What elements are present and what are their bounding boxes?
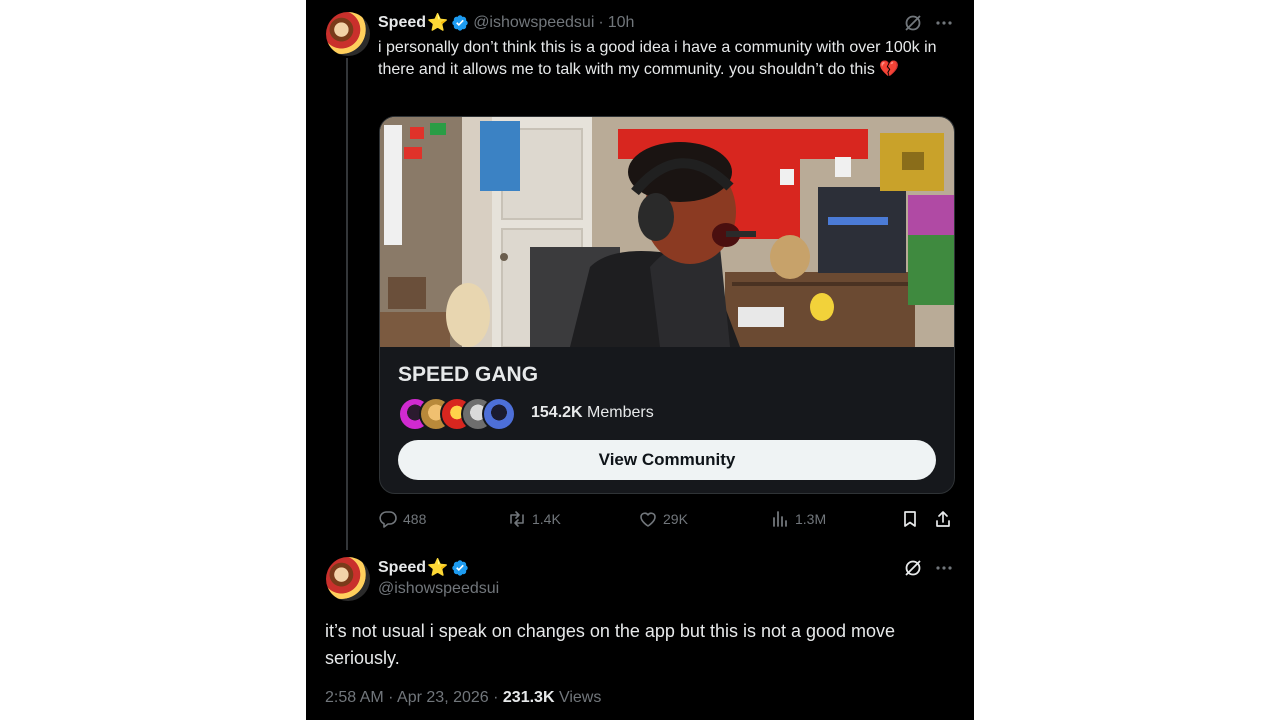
separator: · (493, 689, 499, 706)
share-button[interactable] (933, 508, 958, 530)
views-icon (773, 511, 787, 527)
more-icon[interactable] (934, 13, 954, 33)
member-avatar (482, 397, 516, 431)
share-icon (936, 511, 950, 527)
separator: · (598, 14, 604, 31)
community-card[interactable]: SPEED GANG 154.2K Members View Community (379, 116, 955, 494)
name-emoji: ⭐ (427, 13, 449, 32)
views-button[interactable]: 1.3M (770, 508, 826, 530)
author-name[interactable]: Speed (378, 14, 426, 32)
reply-count: 488 (403, 511, 427, 527)
grok-icon[interactable] (903, 558, 923, 578)
views-count: 1.3M (795, 511, 827, 527)
bookmark-icon (904, 511, 916, 527)
like-button[interactable]: 29K (638, 508, 688, 530)
tweet-actions: 488 1.4K 29K 1.3M (378, 508, 958, 530)
repost-button[interactable]: 1.4K (507, 508, 561, 530)
reply-button[interactable]: 488 (378, 508, 426, 530)
repost-count: 1.4K (532, 511, 561, 527)
member-avatars (398, 397, 516, 431)
views-label: Views (558, 689, 602, 706)
tweet-time[interactable]: 10h (608, 14, 635, 32)
avatar[interactable] (326, 12, 370, 56)
author-handle[interactable]: @ishowspeedsui (473, 14, 594, 32)
grok-icon[interactable] (903, 13, 923, 33)
author-name[interactable]: Speed (378, 559, 426, 577)
tweet-time[interactable]: 2:58 AM (325, 689, 384, 706)
like-count: 29K (663, 511, 688, 527)
separator: · (388, 689, 394, 706)
tweet-meta: 2:58 AM · Apr 23, 2026 · 231.3K Views (325, 689, 601, 707)
more-icon[interactable] (934, 558, 954, 578)
tweet-header: Speed ⭐ @ishowspeedsui (378, 557, 499, 598)
tweet-text: i personally don’t think this is a good … (378, 39, 937, 78)
member-count-label: Members (587, 404, 654, 421)
member-count: 154.2K Members (531, 404, 654, 422)
tweet-text: it’s not usual i speak on changes on the… (325, 621, 896, 668)
repost-icon (510, 511, 524, 527)
thread-line (346, 58, 348, 550)
name-emoji: ⭐ (427, 558, 449, 577)
avatar[interactable] (326, 557, 370, 601)
tweet-panel: Speed ⭐ @ishowspeedsui · 10h i personall… (306, 0, 974, 720)
bookmark-button[interactable] (900, 508, 925, 530)
reply-icon (379, 511, 397, 528)
like-icon (640, 512, 656, 527)
community-title[interactable]: SPEED GANG (398, 363, 538, 387)
view-community-button[interactable]: View Community (398, 440, 936, 480)
views-count[interactable]: 231.3K (503, 689, 555, 706)
community-banner-image (380, 117, 954, 347)
author-handle[interactable]: @ishowspeedsui (378, 580, 499, 598)
verified-badge-icon[interactable] (451, 14, 469, 32)
member-count-value: 154.2K (531, 404, 583, 421)
tweet-header: Speed ⭐ @ishowspeedsui · 10h (378, 12, 634, 34)
tweet-date[interactable]: Apr 23, 2026 (397, 689, 489, 706)
verified-badge-icon[interactable] (451, 559, 469, 577)
